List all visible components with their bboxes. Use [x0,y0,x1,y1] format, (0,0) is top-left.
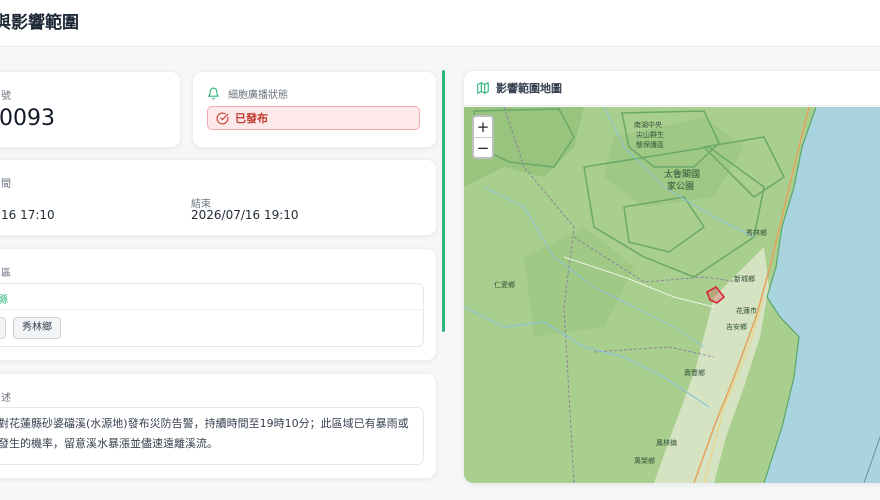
page-title: 與影響範圍 [0,13,79,33]
map-label: 花蓮市 [736,306,757,315]
description-card: 述 對花蓮縣砂婆礑溪(水源地)發布災防告警，持續時間至19時10分；此區域已有暴… [0,373,437,479]
area-card: 區 縣 秀林鄉 [0,248,437,361]
map-label: 鳳林鎮 [656,438,677,447]
map-label: 態保護區 [636,140,664,149]
zoom-out-button[interactable]: − [474,137,492,158]
broadcast-status-card: 細胞廣播狀態 已發布 [192,71,437,148]
map-title: 影響範圍地圖 [496,82,562,95]
map-label: 家公園 [667,180,694,192]
map-label: 尖山群生 [636,130,664,139]
impact-map-card: 影響範圍地圖 太魯閣國 家公園 南湖中央 尖山群生 態保護區 秀林鄉 新城鄉 花… [463,70,880,484]
top-bar: 與影響範圍 [0,0,880,47]
map-label: 仁愛鄉 [494,280,515,289]
description-box: 對花蓮縣砂婆礑溪(水源地)發布災防告警，持續時間至19時10分；此區域已有暴雨或… [0,407,424,465]
map-label: 秀林鄉 [746,228,767,237]
status-badge-text: 已發布 [235,112,268,125]
alert-id-label: 號 [1,91,11,102]
area-label: 區 [1,268,11,279]
end-time-value: 2026/07/16 19:10 [191,208,299,222]
town-tag [0,317,6,339]
bell-icon [207,85,220,104]
check-circle-icon [216,112,229,125]
town-tag: 秀林鄉 [13,317,61,339]
map-label: 吉安鄉 [726,322,747,331]
alert-id-value: 0093 [0,106,55,131]
description-label: 述 [1,393,11,404]
description-line-2: 發生的機率，留意溪水暴漲並儘速遠離溪流。 [0,437,218,450]
map-label: 南湖中央 [634,120,662,129]
map-label: 壽豐鄉 [684,368,705,377]
county-name: 縣 [0,291,8,306]
alert-id-card: 號 0093 [0,71,181,148]
map-label: 萬榮鄉 [634,456,655,465]
zoom-in-button[interactable]: + [474,117,492,137]
map-label: 新城鄉 [734,274,755,283]
map-tiles[interactable]: 太魯閣國 家公園 南湖中央 尖山群生 態保護區 秀林鄉 新城鄉 花蓮市 吉安鄉 … [464,106,880,483]
zoom-control: + − [472,115,494,159]
time-label: 間 [1,179,11,190]
start-time-value: 16 17:10 [1,208,55,222]
map-icon [476,81,490,95]
county-divider [0,309,423,310]
map-canvas[interactable]: 太魯閣國 家公園 南湖中央 尖山群生 態保護區 秀林鄉 新城鄉 花蓮市 吉安鄉 … [464,106,880,483]
scroll-indicator[interactable] [442,70,445,332]
broadcast-status-label: 細胞廣播狀態 [228,90,288,101]
description-line-1: 對花蓮縣砂婆礑溪(水源地)發布災防告警，持續時間至19時10分；此區域已有暴雨或 [0,417,409,430]
time-card: 間 16 17:10 結束 2026/07/16 19:10 [0,159,437,236]
map-header: 影響範圍地圖 [464,71,880,106]
area-inner-box: 縣 秀林鄉 [0,283,424,347]
status-badge: 已發布 [207,106,420,130]
description-text: 對花蓮縣砂婆礑溪(水源地)發布災防告警，持續時間至19時10分；此區域已有暴雨或… [0,414,409,454]
map-label: 太魯閣國 [664,168,700,180]
